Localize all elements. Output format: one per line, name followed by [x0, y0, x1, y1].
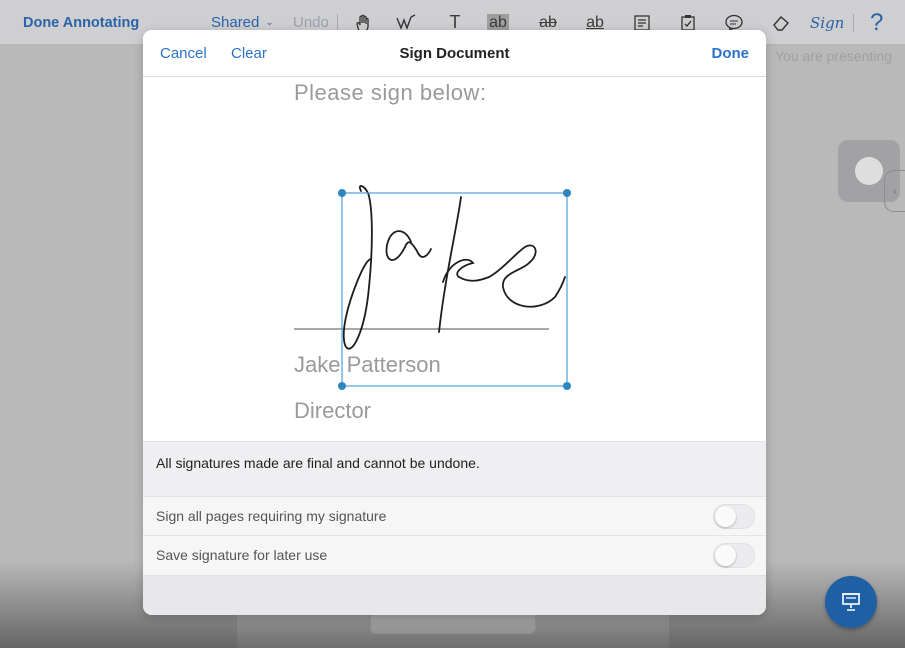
toggle-knob	[715, 506, 736, 527]
chevron-down-icon: ⌄	[265, 17, 274, 28]
option-label: Sign all pages requiring my signature	[156, 508, 387, 524]
presenting-status: You are presenting	[775, 48, 893, 64]
resize-handle	[563, 382, 571, 390]
presentation-icon	[842, 593, 860, 611]
shared-label: Shared	[211, 14, 260, 31]
strikethrough-glyph: ab	[539, 13, 557, 31]
signature-selection-box	[341, 192, 568, 387]
chevron-left-icon[interactable]: ‹	[884, 170, 905, 212]
sign-tool-button[interactable]: Sign	[810, 0, 844, 45]
save-signature-toggle[interactable]	[713, 543, 755, 568]
toggle-knob	[715, 545, 736, 566]
eraser-icon[interactable]	[768, 0, 794, 45]
dialog-footer	[143, 575, 766, 615]
assistive-touch-dot	[855, 157, 883, 185]
signature-stroke	[342, 185, 373, 350]
toolbar-divider	[853, 14, 854, 32]
signature-canvas[interactable]: Please sign below: Jake Patterson Direct…	[143, 77, 766, 441]
sign-all-pages-toggle[interactable]	[713, 504, 755, 529]
option-sign-all-pages: Sign all pages requiring my signature	[143, 496, 766, 535]
notice-text: All signatures made are final and cannot…	[156, 455, 480, 471]
presentation-button[interactable]	[825, 576, 877, 628]
done-annotating-button[interactable]: Done Annotating	[23, 0, 139, 45]
finality-notice: All signatures made are final and cannot…	[143, 441, 766, 496]
signature-drawing	[338, 185, 571, 390]
option-label: Save signature for later use	[156, 547, 328, 563]
done-button[interactable]: Done	[712, 45, 750, 62]
resize-handle	[338, 189, 346, 197]
signature-stroke	[438, 196, 462, 333]
signature-stroke	[488, 244, 566, 308]
highlight-glyph: ab	[487, 13, 509, 32]
option-save-signature: Save signature for later use	[143, 535, 766, 575]
signature-stroke	[385, 230, 432, 261]
resize-handle	[338, 382, 346, 390]
underline-glyph: ab	[586, 13, 604, 31]
dialog-header: Cancel Clear Sign Document Done	[143, 30, 766, 77]
help-icon[interactable]: ?	[870, 0, 883, 45]
resize-handle	[563, 189, 571, 197]
dialog-title: Sign Document	[399, 45, 510, 62]
sign-document-dialog: Cancel Clear Sign Document Done Please s…	[143, 30, 766, 615]
